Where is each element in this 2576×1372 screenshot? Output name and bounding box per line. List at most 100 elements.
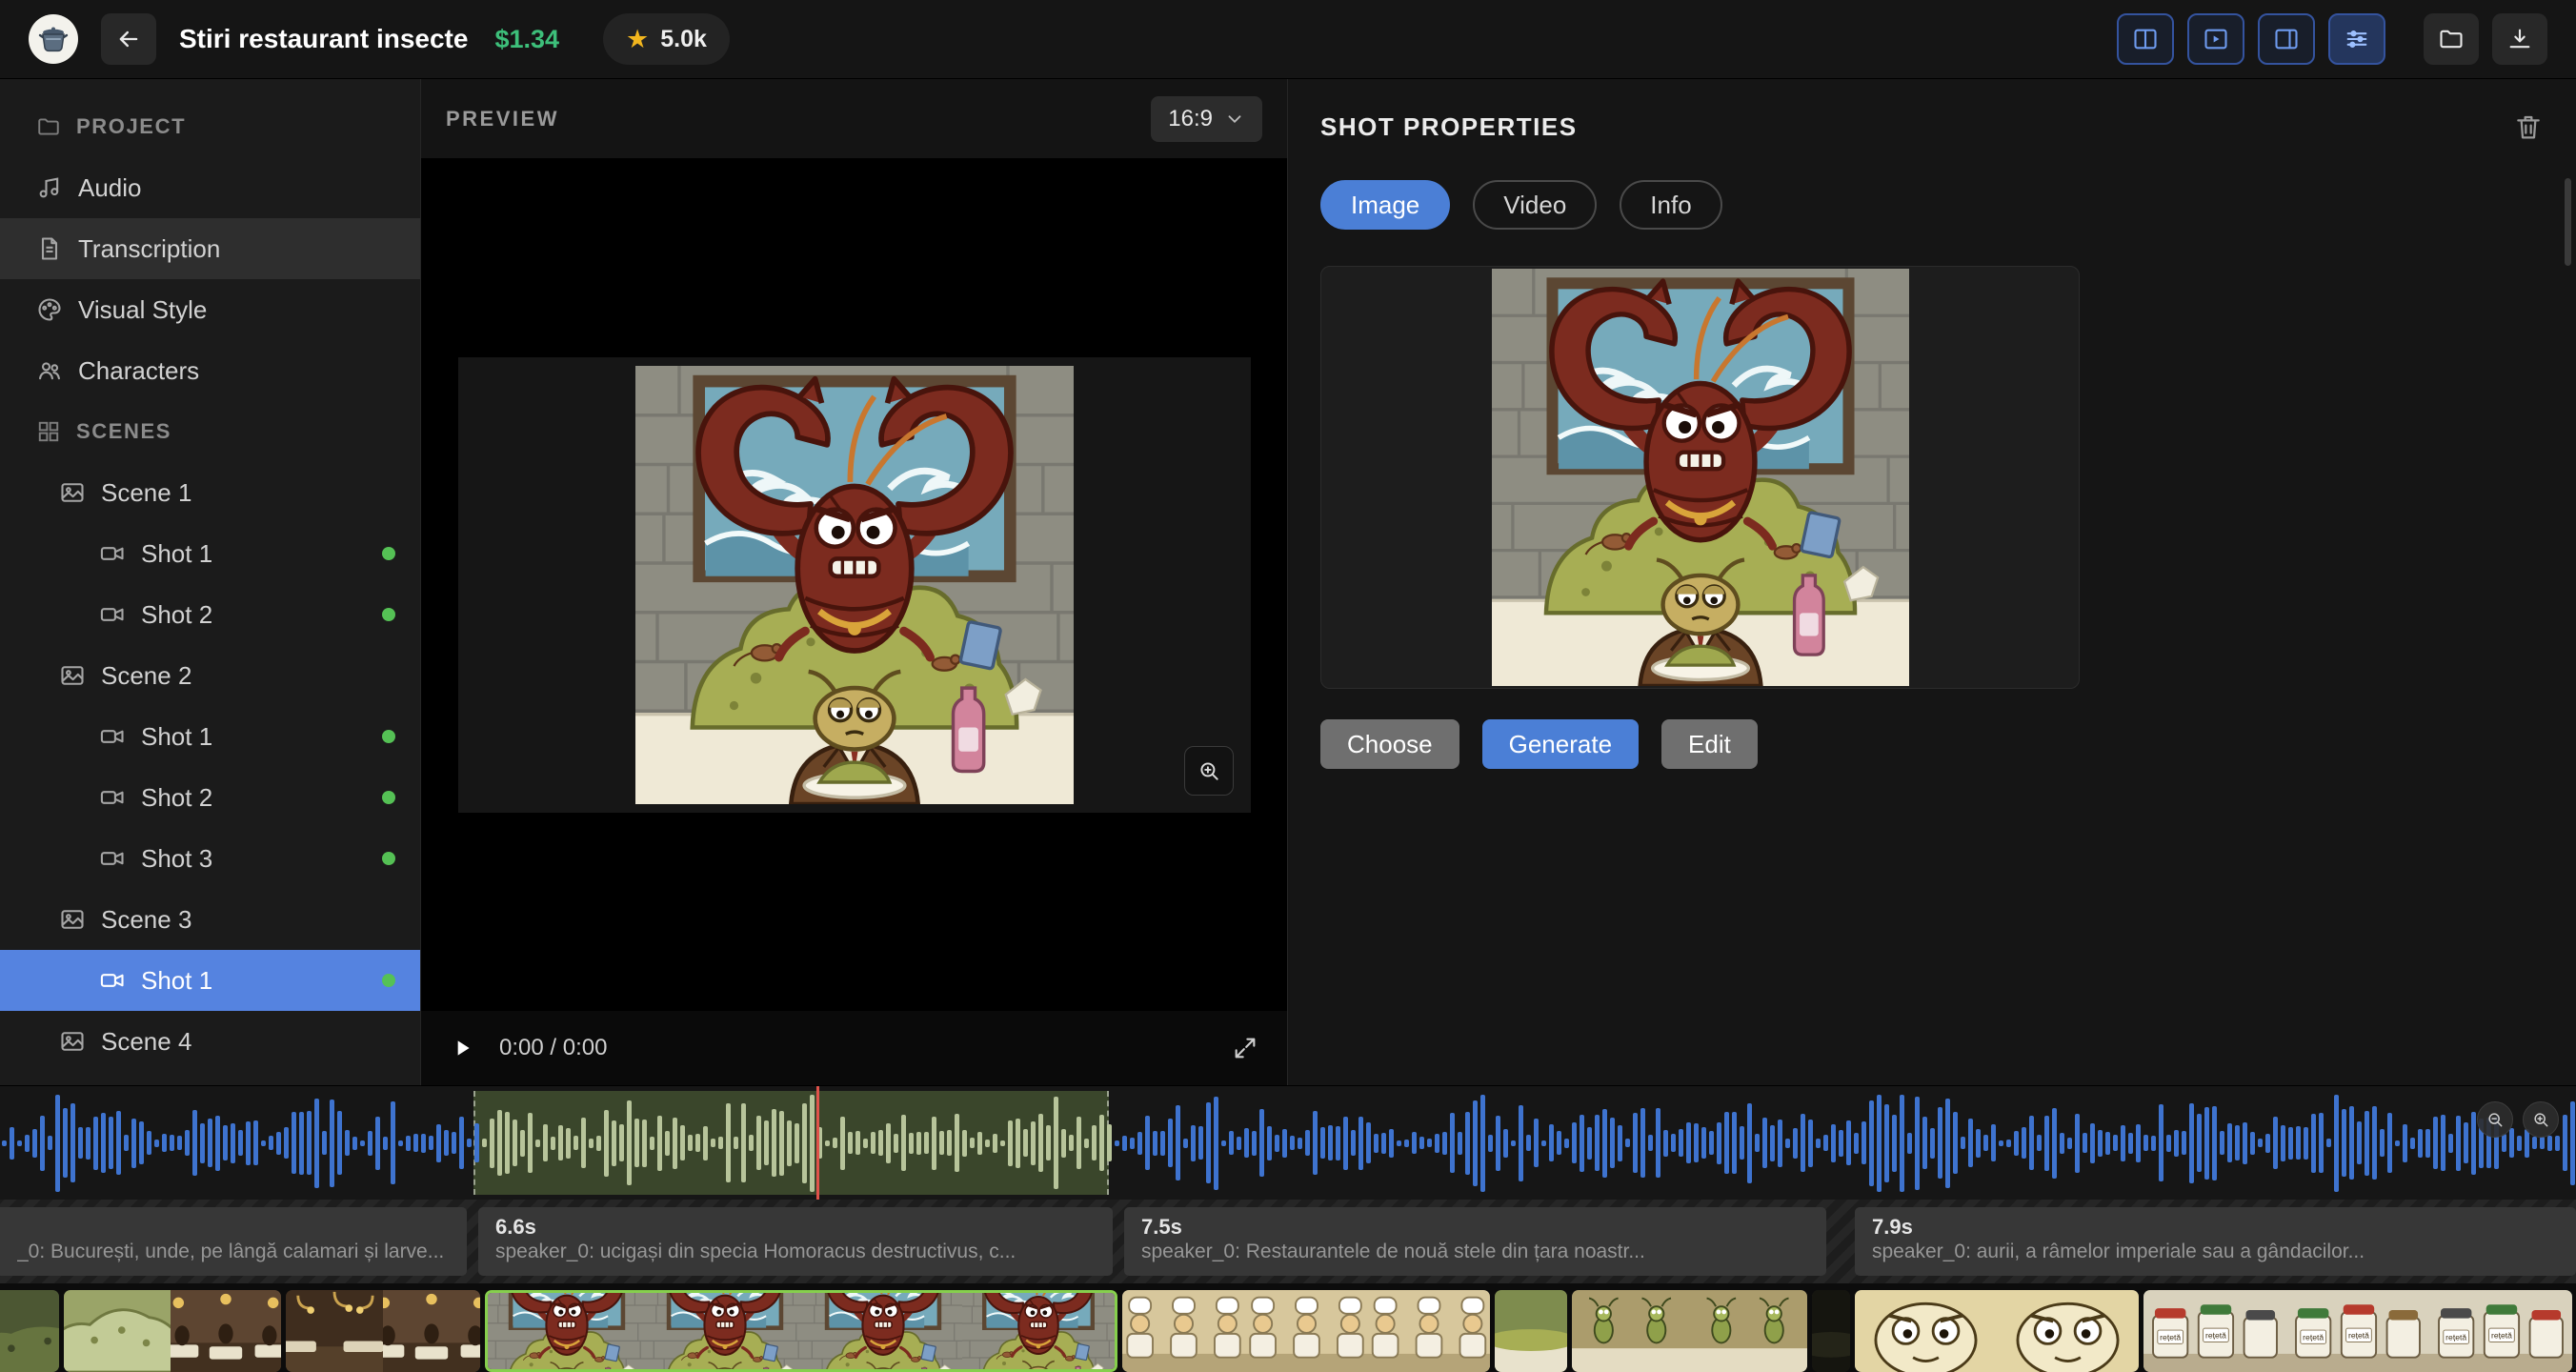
waveform-bar <box>2250 1132 2255 1155</box>
waveform-bar <box>284 1127 289 1159</box>
waveform-bar <box>1183 1139 1188 1148</box>
waveform-bar <box>871 1132 875 1154</box>
tab-info[interactable]: Info <box>1620 180 1721 230</box>
tab-image[interactable]: Image <box>1320 180 1450 230</box>
sidebar-item-scene2-shot2[interactable]: Shot 2 <box>0 767 420 828</box>
transcript-track: _0: București, unde, pe lângă calamari ș… <box>0 1200 2576 1283</box>
waveform-bar <box>40 1116 45 1171</box>
scrollbar-thumb[interactable] <box>2565 178 2571 266</box>
waveform-bar <box>139 1121 144 1164</box>
transcript-segment[interactable]: 7.5s speaker_0: Restaurantele de nouă st… <box>1124 1207 1826 1276</box>
generate-button[interactable]: Generate <box>1482 719 1639 769</box>
layout-columns-button[interactable] <box>2117 13 2174 65</box>
waveform-bar <box>1419 1137 1424 1149</box>
waveform-bar <box>2403 1124 2407 1162</box>
waveform-bar <box>955 1114 959 1172</box>
tab-video[interactable]: Video <box>1473 180 1597 230</box>
filmstrip-clip[interactable] <box>1855 1290 2139 1372</box>
shot-image-container[interactable] <box>1320 266 2080 689</box>
edit-button[interactable]: Edit <box>1661 719 1758 769</box>
sidebar-item-scene3-shot1[interactable]: Shot 1 <box>0 950 420 1011</box>
transcript-segment[interactable]: _0: București, unde, pe lângă calamari ș… <box>0 1207 467 1276</box>
sidebar-item-scene2-shot3[interactable]: Shot 3 <box>0 828 420 889</box>
layout-player-button[interactable] <box>2187 13 2244 65</box>
sidebar-item-scene-2[interactable]: Scene 2 <box>0 645 420 706</box>
waveform-bar <box>398 1140 403 1146</box>
layout-mixer-button[interactable] <box>2328 13 2385 65</box>
waveform-bar <box>86 1127 91 1160</box>
playhead[interactable] <box>816 1086 819 1200</box>
waveform-bar <box>1061 1129 1066 1158</box>
waveform-bar <box>147 1131 151 1155</box>
back-button[interactable] <box>101 13 156 65</box>
waveform-bar <box>1862 1121 1866 1164</box>
waveform-bar <box>2441 1115 2445 1171</box>
sidebar-item-audio[interactable]: Audio <box>0 157 420 218</box>
export-button[interactable] <box>2492 13 2547 65</box>
transcript-segment[interactable]: 6.6s speaker_0: ucigași din specia Homor… <box>478 1207 1113 1276</box>
timeline-zoom-in-button[interactable] <box>2523 1101 2559 1138</box>
waveform-bar <box>2395 1140 2400 1146</box>
waveform-bar <box>192 1110 197 1176</box>
sidebar-item-scene-3[interactable]: Scene 3 <box>0 889 420 950</box>
waveform-bar <box>2128 1133 2133 1154</box>
filmstrip-clip[interactable]: rețetă rețetă rețetă rețetă <box>2143 1290 2572 1372</box>
segment-text: speaker_0: Restaurantele de nouă stele d… <box>1141 1240 1809 1264</box>
transcript-segment[interactable]: 7.9s speaker_0: aurii, a râmelor imperia… <box>1855 1207 2576 1276</box>
waveform-bar <box>1404 1140 1409 1147</box>
sidebar-item-scene2-shot1[interactable]: Shot 1 <box>0 706 420 767</box>
sidebar-item-scene1-shot2[interactable]: Shot 2 <box>0 584 420 645</box>
layout-sidebar-button[interactable] <box>2258 13 2315 65</box>
waveform-bar <box>1663 1130 1668 1157</box>
sidebar: PROJECT Audio Transcription Visual S <box>0 79 421 1085</box>
waveform-bar <box>1336 1126 1340 1160</box>
waveform-bar <box>1961 1137 1965 1149</box>
credits-pill[interactable]: ★ 5.0k <box>603 13 730 65</box>
waveform-bar <box>1541 1140 1546 1146</box>
preview-zoom-button[interactable] <box>1184 746 1234 796</box>
waveform-bar <box>1366 1122 1371 1163</box>
preview-frame <box>458 357 1251 813</box>
waveform-bar <box>497 1110 502 1176</box>
waveform-bar <box>855 1131 860 1155</box>
filmstrip-clip[interactable] <box>1812 1290 1850 1372</box>
waveform-bar <box>170 1135 174 1151</box>
waveform-bar <box>1122 1136 1127 1151</box>
filmstrip-clip[interactable] <box>286 1290 480 1372</box>
waveform-bar <box>1770 1125 1775 1161</box>
waveform-bar <box>2113 1135 2118 1151</box>
filmstrip-clip-selected[interactable] <box>485 1290 1117 1372</box>
waveform-bar <box>1793 1128 1798 1159</box>
waveform-bar <box>2380 1129 2385 1157</box>
sidebar-item-scene-4[interactable]: Scene 4 <box>0 1011 420 1072</box>
waveform-bar <box>1656 1108 1660 1178</box>
sidebar-item-scene1-shot1[interactable]: Shot 1 <box>0 523 420 584</box>
app-logo-icon[interactable] <box>29 14 78 64</box>
filmstrip-clip[interactable] <box>1495 1290 1567 1372</box>
aspect-ratio-select[interactable]: 16:9 <box>1151 96 1262 142</box>
filmstrip-clip[interactable] <box>1572 1290 1807 1372</box>
waveform-bar <box>2075 1114 2080 1173</box>
sidebar-item-characters[interactable]: Characters <box>0 340 420 401</box>
filmstrip-clip[interactable] <box>64 1290 281 1372</box>
waveform-bar <box>993 1134 997 1153</box>
player-controls: 0:00 / 0:00 <box>421 1011 1287 1085</box>
timeline-zoom-out-button[interactable] <box>2477 1101 2513 1138</box>
filmstrip-clip[interactable] <box>0 1290 59 1372</box>
sidebar-item-scene-1[interactable]: Scene 1 <box>0 462 420 523</box>
filmstrip-clip[interactable] <box>1122 1290 1490 1372</box>
sidebar-item-label: Audio <box>78 173 142 203</box>
waveform-bar <box>1000 1140 1005 1146</box>
project-cost: $1.34 <box>494 25 559 54</box>
waveform-bar <box>726 1103 731 1182</box>
waveform-bar <box>1557 1131 1561 1155</box>
delete-shot-button[interactable] <box>2513 111 2544 142</box>
files-button[interactable] <box>2424 13 2479 65</box>
sidebar-item-transcription[interactable]: Transcription <box>0 218 420 279</box>
waveform-track[interactable] <box>0 1085 2576 1200</box>
sidebar-item-visual-style[interactable]: Visual Style <box>0 279 420 340</box>
svg-text:rețetă: rețetă <box>2205 1331 2226 1341</box>
play-button[interactable] <box>450 1036 474 1060</box>
choose-button[interactable]: Choose <box>1320 719 1459 769</box>
fullscreen-button[interactable] <box>1232 1035 1258 1061</box>
